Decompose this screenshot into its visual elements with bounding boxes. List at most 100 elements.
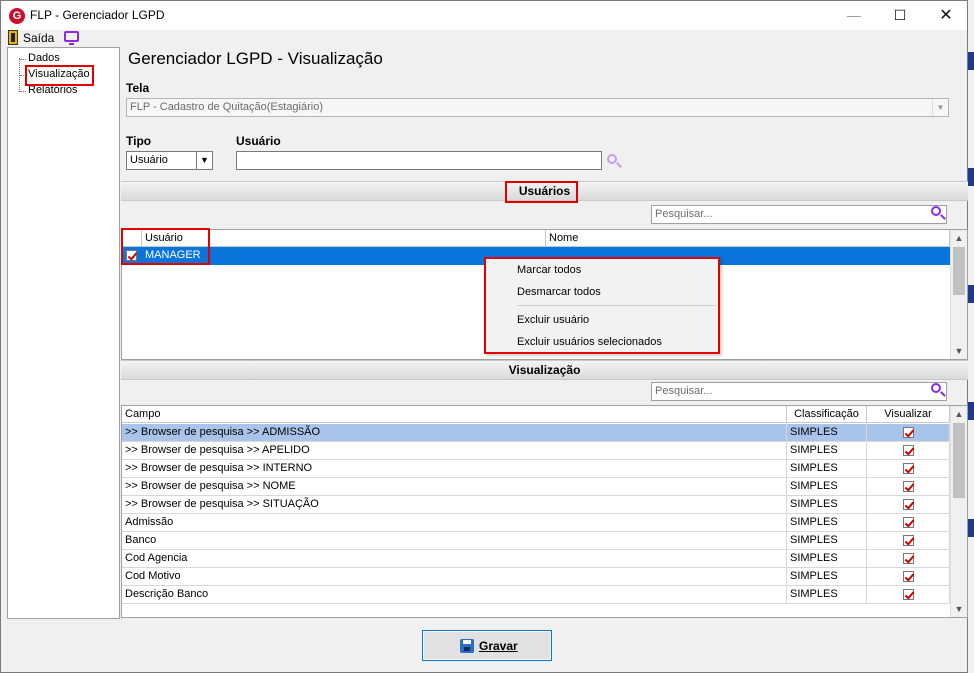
visualizar-checkbox[interactable] (903, 553, 914, 564)
tipo-label: Tipo (126, 134, 152, 148)
usuario-input[interactable] (236, 151, 602, 170)
visualizar-cell (867, 586, 950, 603)
highlight-box (505, 181, 578, 203)
table-row[interactable]: >> Browser de pesquisa >> NOME SIMPLES (122, 478, 950, 496)
save-button-label: Gravar (479, 639, 518, 653)
campo-cell: Admissão (122, 514, 787, 531)
classificacao-cell: SIMPLES (787, 478, 867, 495)
minimize-button[interactable]: — (831, 1, 877, 30)
column-header-campo[interactable]: Campo (122, 406, 787, 423)
column-header-visualizar[interactable]: Visualizar (867, 406, 950, 423)
background-strip (968, 168, 974, 186)
visualizar-cell (867, 460, 950, 477)
users-search-input[interactable]: Pesquisar... (651, 205, 947, 224)
fields-scrollbar[interactable]: ▲ ▼ (950, 406, 967, 617)
scroll-down-icon[interactable]: ▼ (951, 343, 967, 359)
menu-item-excluir-selecionados[interactable]: Excluir usuários selecionados (517, 336, 662, 348)
visualizar-checkbox[interactable] (903, 517, 914, 528)
highlight-box (121, 228, 210, 265)
search-icon[interactable] (931, 206, 946, 220)
classificacao-cell: SIMPLES (787, 442, 867, 459)
title-bar[interactable]: G FLP - Gerenciador LGPD — ☐ ✕ (1, 1, 967, 30)
visualizar-checkbox[interactable] (903, 463, 914, 474)
classificacao-cell: SIMPLES (787, 514, 867, 531)
visualizar-checkbox[interactable] (903, 589, 914, 600)
context-menu: Marcar todos Desmarcar todos Excluir usu… (484, 257, 720, 354)
classificacao-cell: SIMPLES (787, 550, 867, 567)
scroll-thumb[interactable] (953, 247, 965, 295)
background-strip (968, 52, 974, 70)
table-row[interactable]: Cod Agencia SIMPLES (122, 550, 950, 568)
menu-item-desmarcar-todos[interactable]: Desmarcar todos (517, 286, 601, 298)
users-scrollbar[interactable]: ▲ ▼ (950, 230, 967, 359)
visualizar-cell (867, 424, 950, 441)
visualizar-checkbox[interactable] (903, 427, 914, 438)
menu-item-marcar-todos[interactable]: Marcar todos (517, 264, 581, 276)
campo-cell: >> Browser de pesquisa >> SITUAÇÃO (122, 496, 787, 513)
campo-cell: Cod Agencia (122, 550, 787, 567)
table-row[interactable]: >> Browser de pesquisa >> SITUAÇÃO SIMPL… (122, 496, 950, 514)
campo-cell: >> Browser de pesquisa >> NOME (122, 478, 787, 495)
visualizar-cell (867, 478, 950, 495)
background-application-edge (968, 0, 974, 673)
scroll-down-icon[interactable]: ▼ (951, 601, 967, 617)
tipo-select[interactable]: Usuário ▼ (126, 151, 213, 170)
table-row[interactable]: >> Browser de pesquisa >> APELIDO SIMPLE… (122, 442, 950, 460)
window-title: FLP - Gerenciador LGPD (30, 8, 165, 22)
tela-label: Tela (126, 81, 150, 95)
scroll-up-icon[interactable]: ▲ (951, 406, 967, 422)
table-row[interactable]: >> Browser de pesquisa >> INTERNO SIMPLE… (122, 460, 950, 478)
visualizar-checkbox[interactable] (903, 445, 914, 456)
visualizar-checkbox[interactable] (903, 571, 914, 582)
scroll-thumb[interactable] (953, 423, 965, 498)
scroll-up-icon[interactable]: ▲ (951, 230, 967, 246)
visualizar-checkbox[interactable] (903, 535, 914, 546)
table-row[interactable]: Descrição Banco SIMPLES (122, 586, 950, 604)
app-logo-icon: G (9, 8, 25, 24)
visualizar-cell (867, 442, 950, 459)
menu-item-excluir-usuario[interactable]: Excluir usuário (517, 314, 589, 326)
classificacao-cell: SIMPLES (787, 460, 867, 477)
classificacao-cell: SIMPLES (787, 424, 867, 441)
visualizar-checkbox[interactable] (903, 499, 914, 510)
campo-cell: >> Browser de pesquisa >> APELIDO (122, 442, 787, 459)
campo-cell: >> Browser de pesquisa >> INTERNO (122, 460, 787, 477)
tipo-select-value: Usuário (130, 154, 168, 166)
visualizar-cell (867, 550, 950, 567)
visualizar-cell (867, 496, 950, 513)
navigation-tree: Dados Visualização Relatórios (7, 47, 120, 619)
tela-select-value: FLP - Cadastro de Quitação(Estagiário) (130, 101, 323, 113)
column-header-nome[interactable]: Nome (546, 230, 950, 247)
campo-cell: Descrição Banco (122, 586, 787, 603)
table-row[interactable]: Cod Motivo SIMPLES (122, 568, 950, 586)
tela-select[interactable]: FLP - Cadastro de Quitação(Estagiário) ▼ (126, 98, 949, 117)
search-icon[interactable] (931, 383, 946, 397)
classificacao-cell: SIMPLES (787, 532, 867, 549)
table-row[interactable]: Admissão SIMPLES (122, 514, 950, 532)
chevron-down-icon[interactable]: ▼ (932, 99, 948, 116)
campo-cell: Cod Motivo (122, 568, 787, 585)
visualizar-cell (867, 532, 950, 549)
usuario-label: Usuário (236, 134, 281, 148)
column-header-classificacao[interactable]: Classificação (787, 406, 867, 423)
campo-cell: >> Browser de pesquisa >> ADMISSÃO (122, 424, 787, 441)
save-button[interactable]: Gravar (422, 630, 552, 661)
maximize-button[interactable]: ☐ (877, 1, 923, 30)
exit-menu-item[interactable]: Saída (23, 31, 54, 45)
table-row[interactable]: Banco SIMPLES (122, 532, 950, 550)
background-strip (968, 519, 974, 537)
exit-door-icon[interactable] (8, 30, 18, 45)
floppy-disk-icon (460, 639, 474, 653)
table-row[interactable]: >> Browser de pesquisa >> ADMISSÃO SIMPL… (122, 424, 950, 442)
visualizar-checkbox[interactable] (903, 481, 914, 492)
search-icon[interactable] (607, 154, 622, 168)
visualizar-cell (867, 568, 950, 585)
screen-icon[interactable] (64, 31, 79, 45)
campo-cell: Banco (122, 532, 787, 549)
menu-bar: Saída (1, 30, 967, 47)
background-strip (968, 402, 974, 420)
close-button[interactable]: ✕ (923, 1, 969, 30)
tree-item-dados[interactable]: Dados (20, 52, 60, 64)
fields-search-input[interactable]: Pesquisar... (651, 382, 947, 401)
chevron-down-icon[interactable]: ▼ (196, 152, 212, 169)
